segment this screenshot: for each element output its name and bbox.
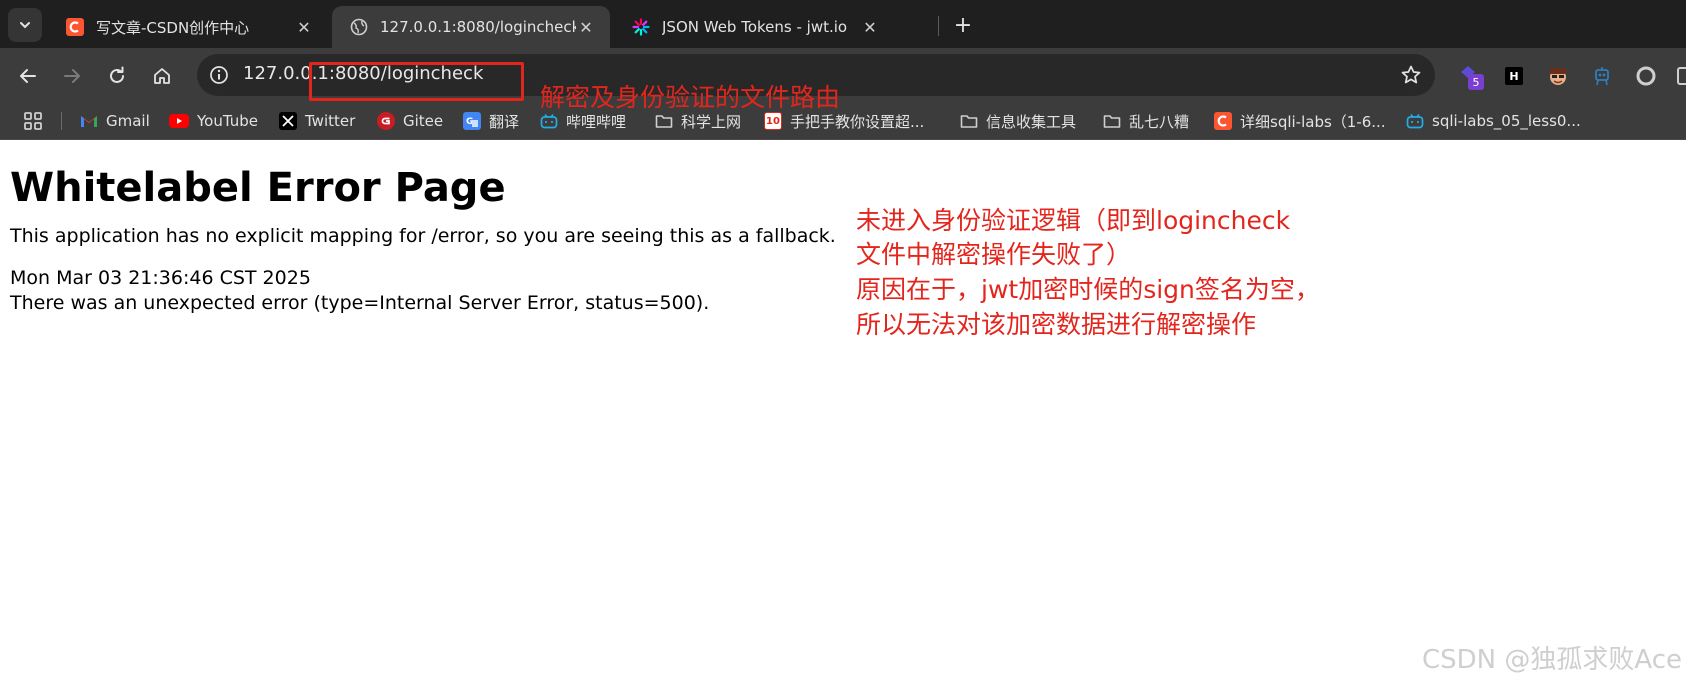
square-icon [1677, 67, 1686, 85]
chevron-down-icon [20, 22, 30, 29]
forward-button[interactable] [57, 61, 87, 91]
csdn-icon [1214, 112, 1232, 130]
gitee-icon [377, 112, 395, 130]
apps-grid-icon[interactable] [22, 110, 44, 132]
bookmark-sqli-bilibili[interactable]: sqli-labs_05_less0... [1406, 109, 1581, 133]
site-info-icon[interactable] [207, 63, 231, 87]
bookmark-sqli-csdn[interactable]: 详细sqli-labs（1-6... [1214, 109, 1386, 133]
bookmark-label: YouTube [197, 112, 258, 130]
error-detail: There was an unexpected error (type=Inte… [10, 292, 710, 314]
bookmark-translate[interactable]: G 翻译 [463, 109, 519, 133]
spy-face-icon [1550, 68, 1566, 85]
annotation-line-1: 未进入身份验证逻辑（即到logincheck [856, 206, 1291, 235]
bookmark-label: Gitee [403, 112, 444, 130]
arrow-left-icon [20, 69, 36, 83]
close-icon[interactable]: ✕ [860, 17, 880, 37]
home-button[interactable] [147, 61, 177, 91]
robot-icon [1595, 67, 1609, 86]
tab-strip: 写文章-CSDN创作中心 ✕ 127.0.0.1:8080/logincheck… [0, 0, 1686, 48]
globe-icon [350, 18, 368, 36]
bookmark-gitee[interactable]: Gitee [377, 109, 443, 133]
close-icon[interactable]: ✕ [294, 17, 314, 37]
browser-chrome: 写文章-CSDN创作中心 ✕ 127.0.0.1:8080/logincheck… [0, 0, 1686, 140]
watermark: CSDN @独孤求败Ace [1421, 645, 1682, 675]
extension-badge-count: 5 [1468, 74, 1484, 90]
bookmark-folder-luan[interactable]: 乱七八糟 [1103, 109, 1189, 133]
bookmark-label: 乱七八糟 [1129, 112, 1190, 131]
x-icon [279, 112, 297, 130]
folder-icon [1103, 112, 1121, 130]
bookmark-star-icon[interactable] [1399, 63, 1423, 87]
bookmark-youtube[interactable]: YouTube [169, 109, 258, 133]
annotation-line-2: 文件中解密操作失败了） [856, 240, 1132, 269]
tab-search-button[interactable] [8, 8, 42, 42]
tab-logincheck[interactable]: 127.0.0.1:8080/logincheck ✕ [332, 6, 610, 48]
page-title: Whitelabel Error Page [10, 165, 506, 211]
home-icon [154, 68, 170, 84]
tab-title: 127.0.0.1:8080/logincheck [380, 18, 576, 36]
bilibili-icon [1406, 112, 1424, 130]
extension-record-button[interactable] [1632, 62, 1660, 90]
bookmark-label: 翻译 [489, 112, 520, 131]
bookmark-gmail[interactable]: Gmail [80, 109, 150, 133]
annotation-line-3: 原因在于，jwt加密时候的sign签名为空， [856, 275, 1320, 304]
url-highlight-box [309, 62, 524, 101]
annotation-url-note: 解密及身份验证的文件路由 [540, 83, 841, 112]
csdn-icon [66, 18, 84, 36]
bookmark-twitter[interactable]: Twitter [279, 109, 355, 133]
reload-button[interactable] [102, 61, 132, 91]
bilibili-icon [540, 112, 558, 130]
page-content: Whitelabel Error Page This application h… [0, 141, 1686, 684]
bookmark-label: 信息收集工具 [986, 112, 1077, 131]
extension-partial-button[interactable] [1670, 62, 1686, 90]
bookmarks-bar: Gmail YouTube Twitter Gitee G 翻译 哔哩哔哩 科学… [0, 102, 1686, 140]
error-timestamp: Mon Mar 03 21:36:46 CST 2025 [10, 267, 311, 289]
error-message: This application has no explicit mapping… [10, 225, 836, 247]
bookmark-label: Twitter [305, 112, 356, 130]
new-tab-button[interactable]: + [948, 10, 978, 40]
tab-divider [938, 16, 939, 36]
back-button[interactable] [13, 61, 43, 91]
toolbar: 127.0.0.1:8080/logincheck 5 H [0, 48, 1686, 102]
extension-avatar-button[interactable] [1544, 62, 1572, 90]
extension-robot-button[interactable] [1588, 62, 1616, 90]
jwt-icon [632, 18, 650, 36]
sub-icon: 10 [764, 112, 782, 130]
tab-title: 写文章-CSDN创作中心 [96, 18, 250, 37]
gmail-icon [80, 112, 98, 130]
youtube-icon [169, 114, 189, 128]
bookmarks-divider [61, 112, 62, 130]
close-icon[interactable]: ✕ [576, 17, 596, 37]
tab-jwt[interactable]: JSON Web Tokens - jwt.io ✕ [614, 6, 894, 48]
folder-icon [960, 112, 978, 130]
circle-icon [1636, 66, 1656, 86]
reload-icon [110, 66, 124, 83]
bookmark-label: Gmail [106, 112, 150, 130]
translate-icon: G [463, 112, 481, 130]
h-extension-icon: H [1505, 67, 1523, 85]
tab-csdn[interactable]: 写文章-CSDN创作中心 ✕ [48, 6, 328, 48]
extension-h-button[interactable]: H [1500, 62, 1528, 90]
tab-title: JSON Web Tokens - jwt.io [662, 18, 848, 36]
annotation-line-4: 所以无法对该加密数据进行解密操作 [856, 310, 1257, 339]
arrow-right-icon [64, 69, 80, 83]
bookmark-folder-xinxi[interactable]: 信息收集工具 [960, 109, 1076, 133]
extension-badge-button[interactable]: 5 [1456, 62, 1484, 90]
folder-icon [655, 112, 673, 130]
bookmark-label: 详细sqli-labs（1-6... [1240, 112, 1386, 131]
bookmark-label: sqli-labs_05_less0... [1432, 112, 1581, 130]
